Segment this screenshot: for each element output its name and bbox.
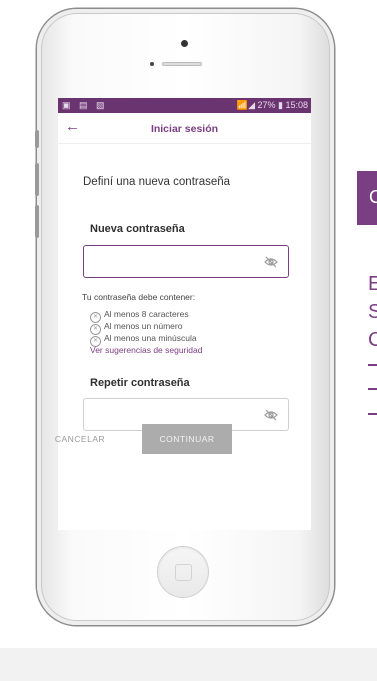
form-heading: Definí una nueva contraseña (83, 176, 231, 188)
new-password-field[interactable] (83, 245, 289, 278)
right-panel-line: E (368, 273, 377, 295)
continue-button[interactable]: CONTINUAR (142, 424, 232, 454)
phone-volume-up-button (35, 163, 39, 196)
home-button[interactable] (158, 547, 208, 597)
right-panel-line: S (368, 301, 377, 323)
right-panel-line: C (368, 329, 377, 351)
new-password-label: Nueva contraseña (90, 223, 185, 235)
phone-volume-down-button (35, 205, 39, 238)
phone-screen: ▣ ▤ ▧ 📶◢ 27% ▮ 15:08 ← Iniciar sesión De… (58, 98, 311, 530)
right-panel-dash (368, 364, 377, 366)
app-bar: ← Iniciar sesión (58, 113, 311, 144)
requirement-text: Al menos 8 caracteres (104, 309, 189, 319)
background-band (0, 648, 377, 681)
home-square-icon (175, 564, 192, 581)
repeat-password-label: Repetir contraseña (90, 377, 190, 389)
right-panel-dash (368, 388, 377, 390)
requirement-text: Al menos un número (104, 321, 183, 331)
requirements-title: Tu contraseña debe contener: (82, 292, 196, 302)
security-tips-link[interactable]: Ver sugerencias de seguridad (90, 345, 202, 355)
right-panel-header: C (357, 171, 377, 225)
cancel-button[interactable]: CANCELAR (40, 424, 120, 454)
earpiece-speaker (150, 62, 220, 66)
notification-icons: ▣ ▤ ▧ (62, 100, 108, 110)
requirement-text: Al menos una minúscula (104, 333, 197, 343)
speaker-grille (162, 62, 202, 66)
right-panel-dash (368, 413, 377, 415)
eye-off-icon[interactable] (264, 409, 278, 421)
page-title: Iniciar sesión (150, 123, 219, 135)
eye-off-icon[interactable] (264, 256, 278, 268)
sensor-icon (150, 62, 154, 66)
status-bar: ▣ ▤ ▧ 📶◢ 27% ▮ 15:08 (58, 98, 311, 113)
status-info: 📶◢ 27% ▮ 15:08 (236, 100, 308, 110)
phone-side-button (35, 130, 39, 148)
front-camera-icon (181, 40, 188, 47)
right-panel-header-text: C (369, 187, 377, 207)
